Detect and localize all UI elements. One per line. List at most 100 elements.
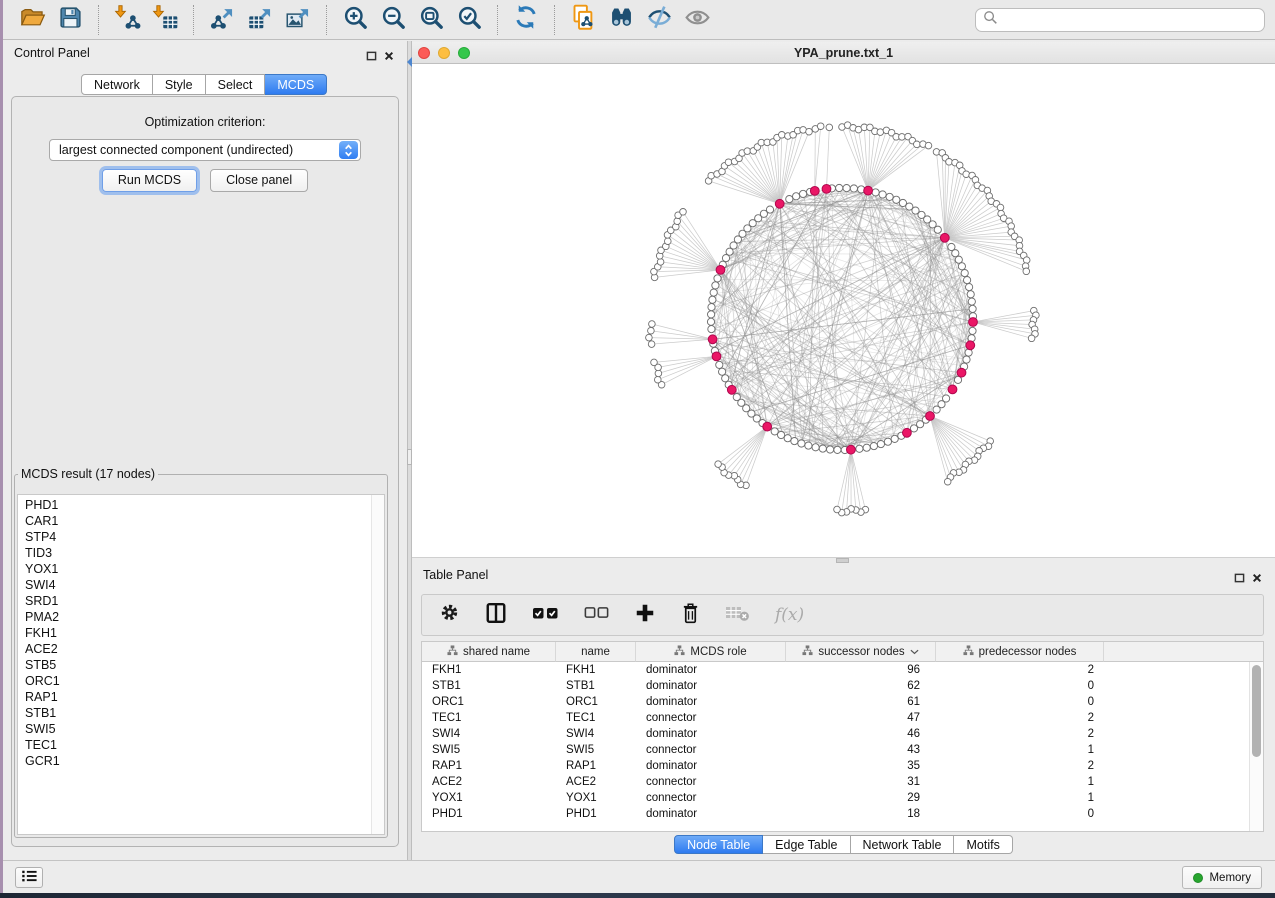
zoom-out-icon [380, 4, 407, 36]
memory-button[interactable]: Memory [1182, 866, 1262, 889]
refresh-icon [513, 4, 539, 35]
table-row[interactable]: ORC1ORC1dominator610 [422, 694, 1249, 710]
result-node[interactable]: ORC1 [18, 673, 370, 689]
zoom-fit-button[interactable] [414, 4, 448, 36]
result-node[interactable]: YOX1 [18, 561, 370, 577]
table-panel-title: Table Panel [423, 568, 488, 582]
close-panel-icon[interactable] [1252, 570, 1262, 588]
export-image-icon [285, 4, 312, 36]
result-node[interactable]: PMA2 [18, 609, 370, 625]
tab-edge-table[interactable]: Edge Table [763, 835, 850, 854]
show-graphics-details-button[interactable] [642, 4, 676, 36]
close-panel-button[interactable]: Close panel [210, 169, 308, 192]
table-row[interactable]: STB1STB1dominator620 [422, 678, 1249, 694]
add-row-button[interactable] [634, 602, 656, 629]
result-node[interactable]: STP4 [18, 529, 370, 545]
result-node[interactable]: TID3 [18, 545, 370, 561]
result-node[interactable]: SWI5 [18, 721, 370, 737]
select-all-button[interactable] [532, 605, 559, 626]
column-header-MCDS-role[interactable]: MCDS role [636, 642, 786, 662]
show-columns-button[interactable] [485, 602, 507, 629]
table-row[interactable]: FKH1FKH1dominator962 [422, 662, 1249, 678]
cell-MCDS-role: connector [636, 774, 786, 790]
result-node[interactable]: GCR1 [18, 753, 370, 769]
table-row[interactable]: PHD1PHD1dominator180 [422, 806, 1249, 822]
delete-row-button[interactable] [681, 602, 700, 629]
node-table: shared namenameMCDS rolesuccessor nodesp… [421, 641, 1264, 832]
cell-name: FKH1 [556, 662, 636, 678]
cell-shared-name: SWI5 [422, 742, 556, 758]
float-panel-icon[interactable] [366, 48, 377, 66]
cell-successor-nodes: 29 [786, 790, 936, 806]
close-panel-icon[interactable] [384, 48, 394, 66]
cell-successor-nodes: 31 [786, 774, 936, 790]
mcds-result-group: MCDS result (17 nodes) PHD1CAR1STP4TID3Y… [14, 467, 388, 838]
zoom-out-button[interactable] [376, 4, 410, 36]
run-mcds-button[interactable]: Run MCDS [102, 169, 197, 192]
export-network-button[interactable] [205, 4, 239, 36]
result-node[interactable]: CAR1 [18, 513, 370, 529]
tab-select[interactable]: Select [206, 74, 266, 95]
tab-node-table[interactable]: Node Table [674, 835, 763, 854]
tab-style[interactable]: Style [153, 74, 206, 95]
result-node[interactable]: SRD1 [18, 593, 370, 609]
export-table-button[interactable] [243, 4, 277, 36]
column-header-shared-name[interactable]: shared name [422, 642, 556, 662]
copy-network-button[interactable] [566, 4, 600, 36]
table-row[interactable]: YOX1YOX1connector291 [422, 790, 1249, 806]
criterion-value: largest connected component (undirected) [50, 143, 339, 157]
cell-shared-name: ORC1 [422, 694, 556, 710]
column-header-successor-nodes[interactable]: successor nodes [786, 642, 936, 662]
settings-gear-button[interactable] [439, 602, 460, 628]
table-row[interactable]: RAP1RAP1dominator352 [422, 758, 1249, 774]
network-search-field[interactable] [975, 8, 1265, 32]
result-node[interactable]: STB5 [18, 657, 370, 673]
mcds-result-scrollbar[interactable] [371, 495, 384, 834]
tab-mcds[interactable]: MCDS [265, 74, 327, 95]
save-session-button[interactable] [53, 4, 87, 36]
network-canvas[interactable] [412, 64, 1275, 558]
float-panel-icon[interactable] [1234, 570, 1245, 588]
table-scrollbar[interactable] [1249, 662, 1263, 831]
network-graph[interactable] [412, 64, 1275, 558]
table-row[interactable]: SWI4SWI4dominator462 [422, 726, 1249, 742]
result-node[interactable]: ACE2 [18, 641, 370, 657]
result-node[interactable]: SWI4 [18, 577, 370, 593]
import-network-button[interactable] [110, 4, 144, 36]
tab-network[interactable]: Network [81, 74, 153, 95]
column-header-predecessor-nodes[interactable]: predecessor nodes [936, 642, 1104, 662]
import-table-button[interactable] [148, 4, 182, 36]
control-panel-tabs: NetworkStyleSelectMCDS [81, 74, 327, 95]
table-row[interactable]: TEC1TEC1connector472 [422, 710, 1249, 726]
show-columns-icon [485, 602, 507, 629]
refresh-button[interactable] [509, 4, 543, 36]
result-node[interactable]: STB1 [18, 705, 370, 721]
tab-motifs[interactable]: Motifs [954, 835, 1012, 854]
table-scrollbar-thumb[interactable] [1252, 665, 1261, 757]
control-panel-title: Control Panel [14, 46, 90, 60]
result-node[interactable]: RAP1 [18, 689, 370, 705]
cell-name: TEC1 [556, 710, 636, 726]
cell-predecessor-nodes: 2 [936, 726, 1104, 742]
zoom-selected-button[interactable] [452, 4, 486, 36]
export-image-button[interactable] [281, 4, 315, 36]
table-row[interactable]: ACE2ACE2connector311 [422, 774, 1249, 790]
criterion-select[interactable]: largest connected component (undirected) [49, 139, 361, 161]
result-node[interactable]: TEC1 [18, 737, 370, 753]
cell-name: ORC1 [556, 694, 636, 710]
deselect-all-button[interactable] [584, 605, 609, 625]
mcds-result-list[interactable]: PHD1CAR1STP4TID3YOX1SWI4SRD1PMA2FKH1ACE2… [17, 494, 385, 835]
result-node[interactable]: PHD1 [18, 497, 370, 513]
result-node[interactable]: FKH1 [18, 625, 370, 641]
cell-successor-nodes: 96 [786, 662, 936, 678]
column-header-name[interactable]: name [556, 642, 636, 662]
table-row[interactable]: SWI5SWI5connector431 [422, 742, 1249, 758]
zoom-in-button[interactable] [338, 4, 372, 36]
tab-network-table[interactable]: Network Table [851, 835, 955, 854]
cell-predecessor-nodes: 1 [936, 790, 1104, 806]
open-session-button[interactable] [15, 4, 49, 36]
cell-shared-name: SWI4 [422, 726, 556, 742]
show-panels-button[interactable] [15, 867, 43, 888]
search-input[interactable] [1003, 10, 1257, 30]
search-network-button[interactable] [604, 4, 638, 36]
